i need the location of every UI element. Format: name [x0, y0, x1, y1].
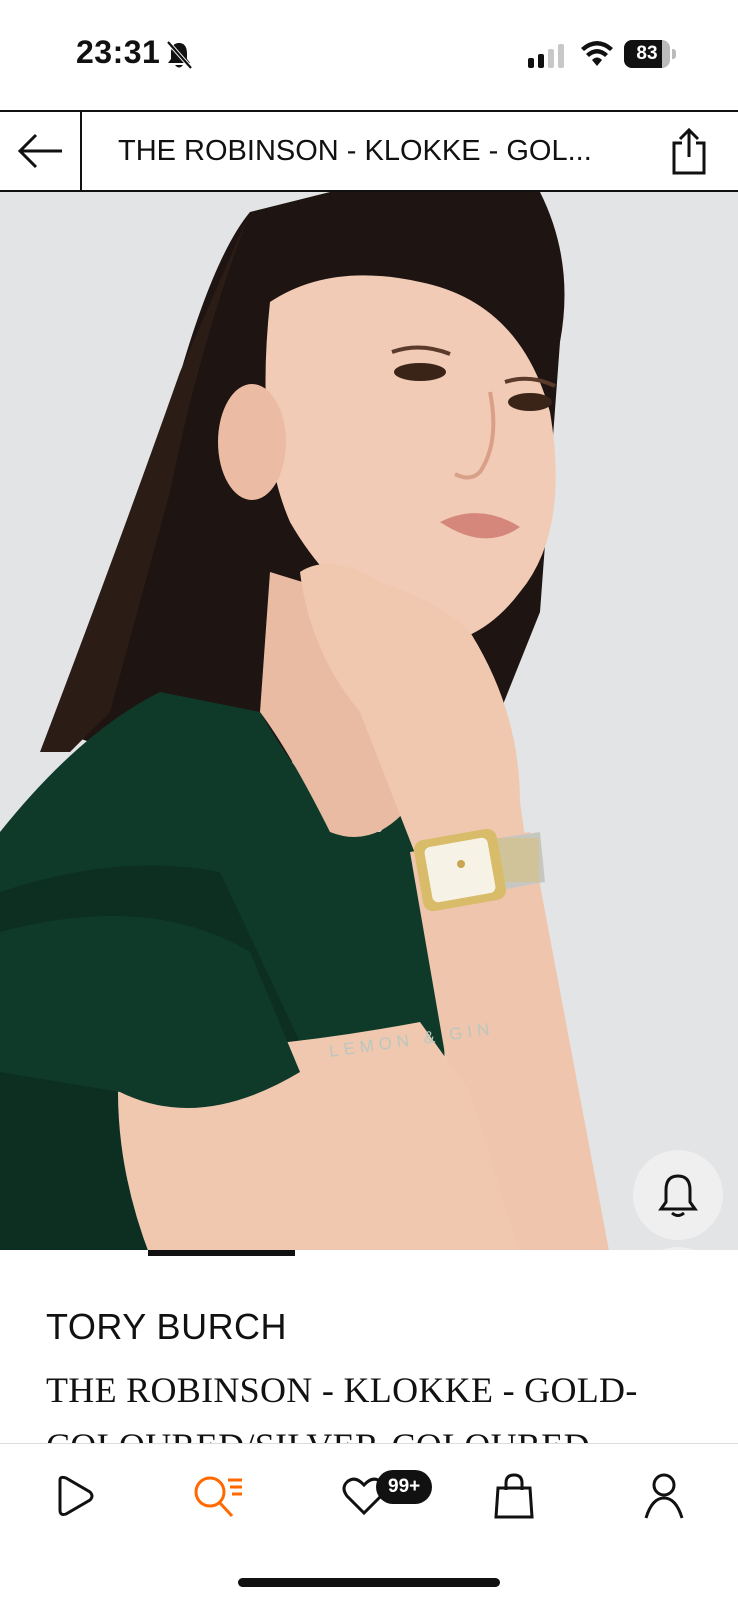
- person-icon: [644, 1473, 684, 1519]
- gallery-progress-segment: [295, 1250, 443, 1256]
- status-bar: 23:31 83: [0, 0, 738, 110]
- gallery-progress-segment: [0, 1250, 148, 1256]
- home-indicator[interactable]: [238, 1578, 500, 1587]
- notify-button[interactable]: [633, 1150, 723, 1240]
- share-icon: [672, 127, 706, 175]
- shopping-bag-icon: [494, 1473, 534, 1519]
- product-header: THE ROBINSON - KLOKKE - GOL...: [0, 110, 738, 192]
- bottom-navigation: 99+: [0, 1443, 738, 1600]
- battery-indicator: 83: [624, 40, 676, 68]
- status-time: 23:31: [76, 34, 161, 70]
- nav-discover[interactable]: [44, 1466, 104, 1526]
- battery-level: 83: [636, 43, 658, 64]
- page-title: THE ROBINSON - KLOKKE - GOL...: [118, 135, 592, 167]
- nav-search[interactable]: [188, 1466, 248, 1526]
- search-list-icon: [194, 1476, 242, 1518]
- product-name: THE ROBINSON - KLOKKE - GOLD-COLOURED/SI…: [46, 1370, 638, 1444]
- gallery-progress-segment: [442, 1250, 591, 1256]
- bell-icon: [658, 1174, 698, 1217]
- back-button[interactable]: [0, 112, 82, 190]
- share-button[interactable]: [664, 126, 714, 176]
- nav-account[interactable]: [634, 1466, 694, 1526]
- wishlist-count-badge: 99+: [376, 1470, 433, 1504]
- product-image-gallery[interactable]: LEMON & GIN: [0, 192, 738, 1256]
- bell-off-icon: [166, 40, 193, 70]
- gallery-progress-active: [147, 1250, 296, 1256]
- gallery-progress-segment: [590, 1250, 738, 1256]
- gallery-progress: [0, 1250, 738, 1256]
- play-icon: [58, 1475, 94, 1516]
- wifi-icon: [581, 41, 613, 66]
- product-photo: LEMON & GIN: [0, 192, 738, 1256]
- arrow-left-icon: [17, 133, 62, 169]
- nav-bag[interactable]: [484, 1466, 544, 1526]
- cellular-signal-icon: [528, 44, 564, 68]
- product-brand[interactable]: TORY BURCH: [46, 1306, 287, 1348]
